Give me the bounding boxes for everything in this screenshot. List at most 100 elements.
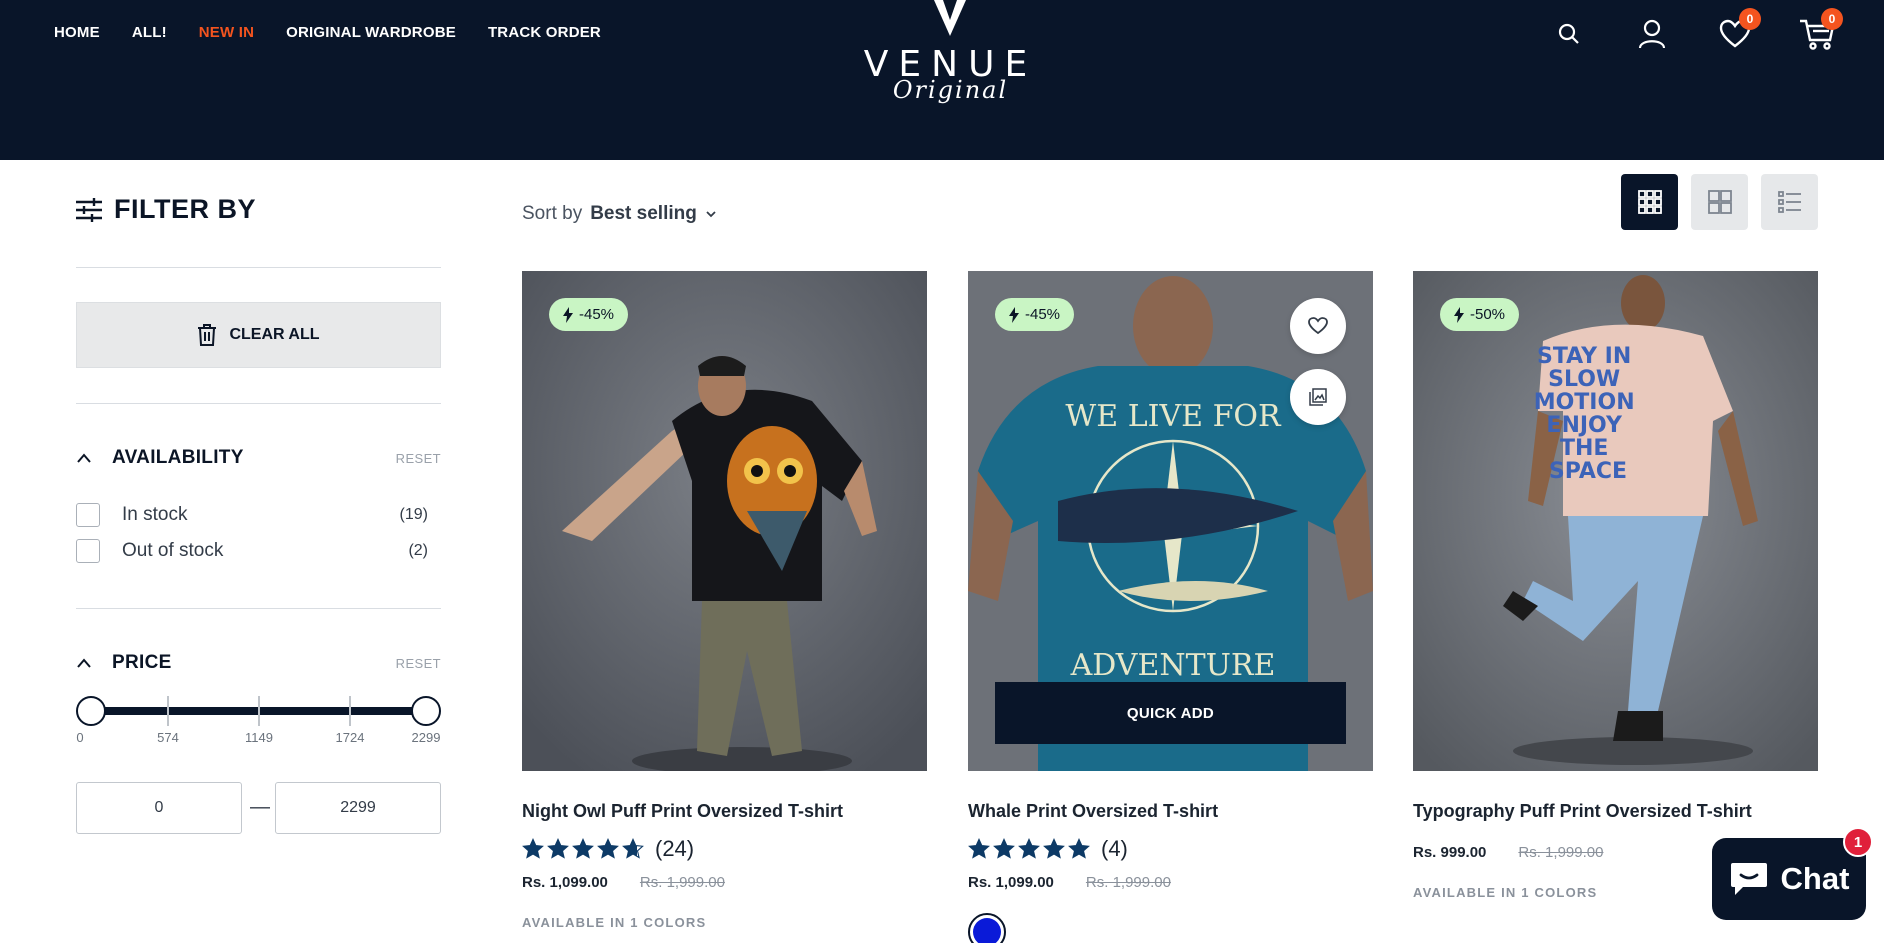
star-rating <box>968 838 1090 860</box>
chat-button[interactable]: Chat <box>1712 838 1866 920</box>
print-line: SLOW <box>1548 367 1620 392</box>
price-min-input[interactable]: 0 <box>76 782 242 834</box>
slider-max-handle[interactable] <box>411 696 441 726</box>
print-line: STAY IN <box>1537 344 1631 369</box>
view-gallery-button[interactable] <box>1290 369 1346 425</box>
product-name[interactable]: Whale Print Oversized T-shirt <box>968 801 1373 822</box>
available-colors: AVAILABLE IN 1 COLORS <box>522 915 707 930</box>
tshirt-print-text: STAY IN SLOW MOTION ENJOY THE SPACE <box>1534 344 1643 484</box>
discount-badge: -45% <box>995 298 1075 331</box>
product-photo-typography-tshirt: STAY IN SLOW MOTION ENJOY THE SPACE <box>1413 271 1818 771</box>
grid-3-icon <box>1637 190 1662 214</box>
scale-label: 1724 <box>335 730 365 745</box>
search-icon[interactable] <box>1549 14 1589 54</box>
filter-title: FILTER BY <box>114 194 256 224</box>
grid-2-icon <box>1707 190 1732 214</box>
filter-out-of-stock[interactable]: Out of stock (2) <box>76 539 428 563</box>
print-line: MOTION <box>1534 390 1635 415</box>
chat-notification-badge: 1 <box>1843 827 1873 857</box>
slider-tick <box>349 696 351 726</box>
scale-label: 574 <box>157 730 179 745</box>
nav-home[interactable]: HOME <box>54 24 100 41</box>
nav-all[interactable]: ALL! <box>132 24 167 41</box>
color-swatch[interactable] <box>968 913 1008 943</box>
star-icon <box>597 838 619 859</box>
price-label: PRICE <box>112 652 172 673</box>
sort-dropdown[interactable]: Sort by Best selling <box>522 203 717 225</box>
slider-tick <box>258 696 260 726</box>
scale-label: 1149 <box>245 730 273 745</box>
wishlist-count-badge: 0 <box>1739 8 1761 30</box>
product-card[interactable]: WE LIVE FOR ADVENTURE -45% QUICK ADD Wha… <box>968 271 1373 943</box>
price-range-slider[interactable] <box>76 696 441 726</box>
print-line: THE <box>1560 436 1608 461</box>
wishlist-icon[interactable]: 0 <box>1715 8 1761 54</box>
price-header[interactable]: PRICE RESET <box>76 652 441 674</box>
star-icon <box>1043 838 1065 859</box>
list-icon <box>1777 191 1801 213</box>
option-label: In stock <box>122 504 188 525</box>
product-image[interactable]: WE LIVE FOR ADVENTURE -45% QUICK ADD <box>968 271 1373 771</box>
lightning-icon <box>1454 306 1464 323</box>
option-count: (2) <box>408 542 428 559</box>
swatch-color <box>973 918 1001 943</box>
product-name[interactable]: Night Owl Puff Print Oversized T-shirt <box>522 801 927 822</box>
lightning-icon <box>1009 306 1019 323</box>
product-image[interactable]: -45% <box>522 271 927 771</box>
scale-label: 0 <box>76 730 84 745</box>
price-reset-link[interactable]: RESET <box>396 656 441 671</box>
clear-all-label: CLEAR ALL <box>229 326 320 343</box>
checkbox[interactable] <box>76 503 100 527</box>
option-count: (19) <box>399 506 428 523</box>
star-rating <box>522 838 644 860</box>
review-count: (24) <box>655 836 695 861</box>
discount-value: -45% <box>579 306 615 323</box>
price-separator: — <box>250 796 270 818</box>
chat-bubble-icon <box>1730 863 1767 895</box>
review-count: (4) <box>1101 836 1128 861</box>
price-max-input[interactable]: 2299 <box>275 782 441 834</box>
product-name[interactable]: Typography Puff Print Oversized T-shirt <box>1413 801 1818 822</box>
option-label: Out of stock <box>122 540 224 561</box>
compare-price: Rs. 1,999.00 <box>639 874 725 891</box>
nav-new-in[interactable]: NEW IN <box>199 24 254 41</box>
product-image[interactable]: STAY IN SLOW MOTION ENJOY THE SPACE -50% <box>1413 271 1818 771</box>
view-grid-2-button[interactable] <box>1691 174 1748 230</box>
add-to-wishlist-button[interactable] <box>1290 298 1346 354</box>
star-icon <box>993 838 1015 859</box>
chevron-up-icon <box>77 658 91 668</box>
view-list-button[interactable] <box>1761 174 1818 230</box>
product-card[interactable]: -45% Night Owl Puff Print Oversized T-sh… <box>522 271 927 930</box>
star-icon <box>1068 838 1090 859</box>
scale-label: 2299 <box>411 730 441 745</box>
divider <box>76 403 441 404</box>
nav-original-wardrobe[interactable]: ORIGINAL WARDROBE <box>286 24 456 41</box>
account-icon[interactable] <box>1632 14 1672 54</box>
filter-sliders-icon <box>76 197 102 222</box>
slider-min-handle[interactable] <box>76 696 106 726</box>
nav-track-order[interactable]: TRACK ORDER <box>488 24 601 41</box>
print-line: SPACE <box>1549 459 1627 484</box>
sort-label: Sort by <box>522 203 583 224</box>
availability-label: AVAILABILITY <box>112 447 244 468</box>
price-scale: 0 574 1149 1724 2299 <box>76 730 441 748</box>
discount-badge: -50% <box>1440 298 1520 331</box>
product-card[interactable]: STAY IN SLOW MOTION ENJOY THE SPACE -50%… <box>1413 271 1818 900</box>
quick-add-button[interactable]: QUICK ADD <box>995 682 1346 744</box>
cart-icon[interactable]: 0 <box>1797 8 1843 54</box>
availability-reset-link[interactable]: RESET <box>396 451 441 466</box>
divider <box>76 608 441 609</box>
star-icon <box>622 838 644 859</box>
swatch-ring <box>968 913 1006 943</box>
filter-heading: FILTER BY <box>76 194 256 225</box>
clear-all-button[interactable]: CLEAR ALL <box>76 302 441 368</box>
filter-in-stock[interactable]: In stock (19) <box>76 503 428 527</box>
view-grid-3-button[interactable] <box>1621 174 1678 230</box>
sale-price: Rs. 1,099.00 <box>522 874 608 891</box>
site-logo[interactable]: VENUE Original <box>858 0 1043 112</box>
checkbox[interactable] <box>76 539 100 563</box>
star-icon <box>572 838 594 859</box>
image-gallery-icon <box>1309 388 1327 406</box>
availability-header[interactable]: AVAILABILITY RESET <box>76 447 441 469</box>
slider-tick <box>167 696 169 726</box>
